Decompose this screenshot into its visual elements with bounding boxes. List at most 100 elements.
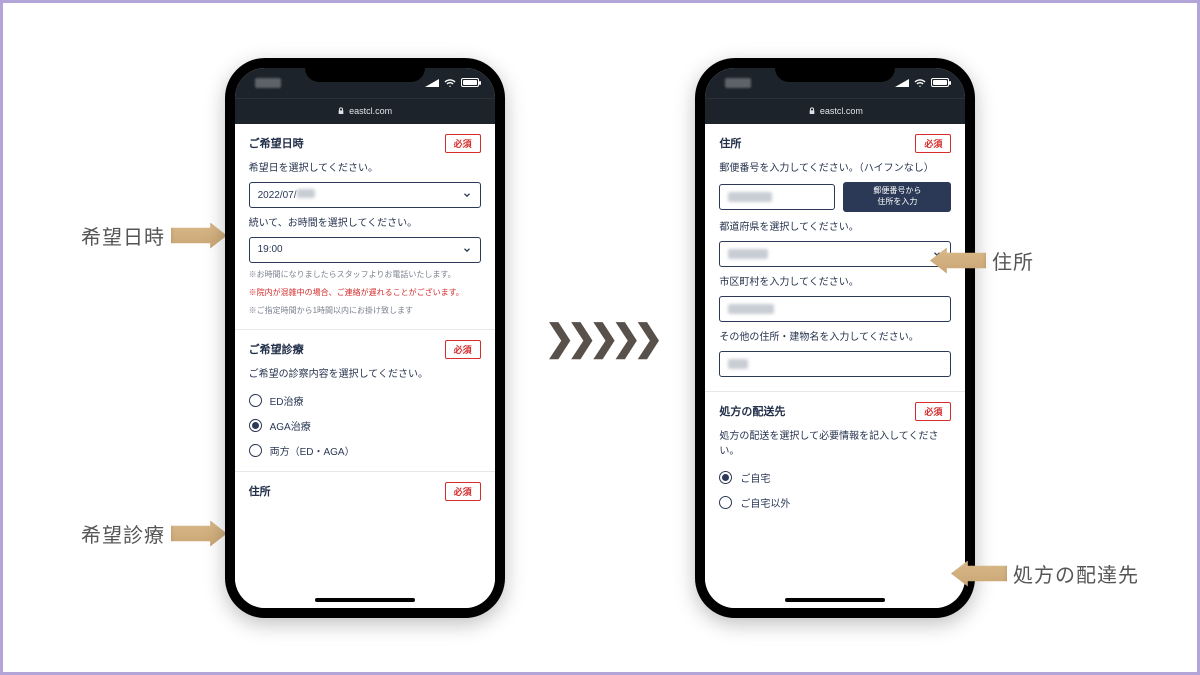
anno-address-label: 住所 — [992, 246, 1034, 275]
tutorial-slide: 希望日時 希望診療 eas — [0, 0, 1200, 675]
pointer-arrow-icon — [951, 561, 1007, 587]
pointer-arrow-icon — [171, 223, 227, 249]
zip-input[interactable] — [719, 184, 835, 210]
browser-url-bar[interactable]: eastcl.com — [235, 98, 495, 124]
city-input[interactable] — [719, 296, 951, 322]
phone-notch — [775, 58, 895, 82]
note-1: ※お時間になりましたらスタッフよりお電話いたします。 — [249, 269, 481, 281]
screen-1: eastcl.com ご希望日時 必須 希望日を選択してください。 2022/0… — [235, 68, 495, 608]
blurred-value — [728, 192, 772, 202]
url-text: eastcl.com — [349, 106, 392, 116]
blurred-value — [728, 359, 748, 369]
note-2-warning: ※院内が混雑中の場合、ご連絡が遅れることがございます。 — [249, 287, 481, 299]
chevron-down-icon — [462, 245, 472, 255]
radio-icon — [249, 394, 262, 407]
section-datetime: ご希望日時 必須 希望日を選択してください。 2022/07/ 続いて、お時間を… — [235, 124, 495, 330]
blurred-time — [255, 78, 281, 88]
phone-mock-1: eastcl.com ご希望日時 必須 希望日を選択してください。 2022/0… — [225, 58, 505, 618]
battery-icon — [461, 78, 479, 87]
date-select[interactable]: 2022/07/ — [249, 182, 481, 208]
radio-icon — [249, 444, 262, 457]
radio-both[interactable]: 両方（ED・AGA） — [249, 438, 481, 463]
url-text: eastcl.com — [820, 106, 863, 116]
slide-inner: 希望日時 希望診療 eas — [21, 21, 1179, 654]
form-content-1: ご希望日時 必須 希望日を選択してください。 2022/07/ 続いて、お時間を… — [235, 124, 495, 608]
section-address-peek: 住所 必須 — [235, 472, 495, 511]
battery-icon — [931, 78, 949, 87]
time-field-label: 続いて、お時間を選択してください。 — [249, 216, 481, 231]
blurred-value — [728, 249, 768, 259]
form-content-2: 住所 必須 郵便番号を入力してください。（ハイフンなし） 郵便番号から — [705, 124, 965, 608]
section-address: 住所 必須 郵便番号を入力してください。（ハイフンなし） 郵便番号から — [705, 124, 965, 392]
section-datetime-title: ご希望日時 — [249, 135, 304, 151]
browser-url-bar[interactable]: eastcl.com — [705, 98, 965, 124]
screen-2: eastcl.com 住所 必須 郵便番号を入力してください。（ハイフンなし） — [705, 68, 965, 608]
home-indicator — [315, 598, 415, 602]
zip-lookup-button[interactable]: 郵便番号から 住所を入力 — [843, 182, 951, 212]
note-3: ※ご指定時間から1時間以内にお掛け致します — [249, 305, 481, 317]
other-address-label: その他の住所・建物名を入力してください。 — [719, 330, 951, 345]
zip-field-label: 郵便番号を入力してください。（ハイフンなし） — [719, 161, 951, 176]
zip-btn-l2: 住所を入力 — [877, 197, 917, 206]
home-indicator — [785, 598, 885, 602]
signal-icon — [425, 79, 439, 87]
section-delivery-title: 処方の配送先 — [719, 403, 785, 419]
anno-treatment-label: 希望診療 — [81, 519, 165, 548]
zip-btn-l1: 郵便番号から — [873, 186, 921, 195]
anno-address: 住所 — [930, 246, 1034, 275]
radio-other-label: ご自宅以外 — [740, 495, 790, 510]
section-treatment: ご希望診療 必須 ご希望の診察内容を選択してください。 ED治療 AGA治 — [235, 330, 495, 472]
anno-delivery-label: 処方の配達先 — [1013, 559, 1139, 588]
time-value: 19:00 — [258, 244, 283, 255]
radio-home-label: ご自宅 — [740, 470, 770, 485]
required-badge: 必須 — [445, 134, 481, 153]
radio-both-label: 両方（ED・AGA） — [270, 443, 355, 458]
radio-icon-checked — [249, 419, 262, 432]
anno-delivery: 処方の配達先 — [951, 559, 1139, 588]
blurred-time — [725, 78, 751, 88]
delivery-field-label: 処方の配送を選択して必要情報を記入してください。 — [719, 429, 951, 459]
section-delivery: 処方の配送先 必須 処方の配送を選択して必要情報を記入してください。 ご自宅 — [705, 392, 965, 523]
required-badge: 必須 — [915, 402, 951, 421]
wifi-icon — [914, 77, 926, 89]
radio-ed-label: ED治療 — [270, 393, 304, 408]
anno-datetime-label: 希望日時 — [81, 221, 165, 250]
radio-aga-label: AGA治療 — [270, 418, 311, 433]
radio-ed[interactable]: ED治療 — [249, 388, 481, 413]
delivery-radio-group: ご自宅 ご自宅以外 — [719, 465, 951, 515]
wifi-icon — [444, 77, 456, 89]
radio-aga[interactable]: AGA治療 — [249, 413, 481, 438]
required-badge: 必須 — [915, 134, 951, 153]
section-address-title: 住所 — [249, 483, 271, 499]
required-badge: 必須 — [445, 340, 481, 359]
section-treatment-title: ご希望診療 — [249, 341, 304, 357]
signal-icon — [895, 79, 909, 87]
blurred-value — [297, 189, 315, 198]
city-field-label: 市区町村を入力してください。 — [719, 275, 951, 290]
radio-icon — [719, 496, 732, 509]
section-address-title: 住所 — [719, 135, 741, 151]
flow-arrows: ❯❯❯❯❯ — [545, 317, 656, 359]
treatment-field-label: ご希望の診察内容を選択してください。 — [249, 367, 481, 382]
zip-button-text: 郵便番号から 住所を入力 — [873, 186, 921, 207]
anno-treatment: 希望診療 — [81, 519, 227, 548]
radio-other-addr[interactable]: ご自宅以外 — [719, 490, 951, 515]
pointer-arrow-icon — [171, 521, 227, 547]
anno-datetime: 希望日時 — [81, 221, 227, 250]
date-field-label: 希望日を選択してください。 — [249, 161, 481, 176]
prefecture-select[interactable] — [719, 241, 951, 267]
date-value-prefix: 2022/07/ — [258, 190, 297, 201]
lock-icon — [808, 107, 816, 115]
lock-icon — [337, 107, 345, 115]
time-select[interactable]: 19:00 — [249, 237, 481, 263]
treatment-radio-group: ED治療 AGA治療 両方（ED・AGA） — [249, 388, 481, 463]
pointer-arrow-icon — [930, 248, 986, 274]
phone-notch — [305, 58, 425, 82]
pref-field-label: 都道府県を選択してください。 — [719, 220, 951, 235]
chevron-down-icon — [462, 190, 472, 200]
required-badge: 必須 — [445, 482, 481, 501]
radio-home[interactable]: ご自宅 — [719, 465, 951, 490]
blurred-value — [728, 304, 774, 314]
radio-icon-checked — [719, 471, 732, 484]
other-address-input[interactable] — [719, 351, 951, 377]
